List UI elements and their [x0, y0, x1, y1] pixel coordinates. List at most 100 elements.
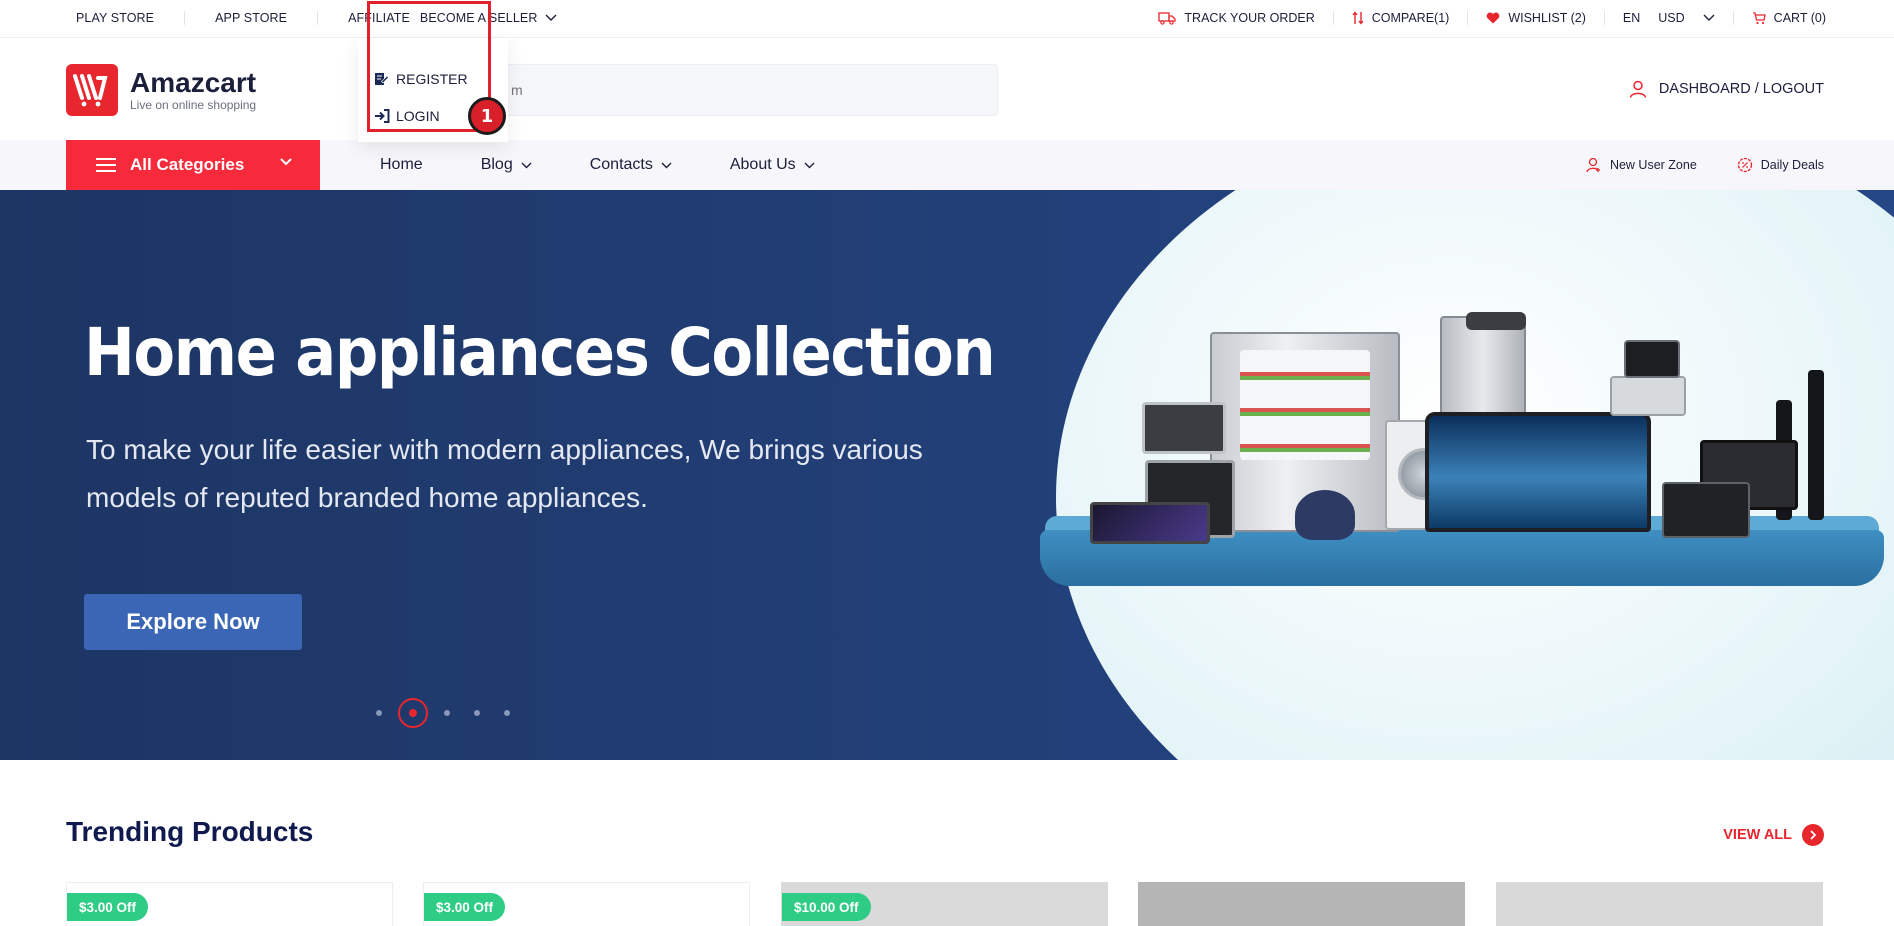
all-categories-button[interactable]: All Categories: [66, 140, 320, 190]
dashboard-logout-link[interactable]: DASHBOARD / LOGOUT: [1629, 80, 1824, 98]
nav-item-label: About Us: [729, 156, 796, 173]
trending-products-title: Trending Products: [66, 816, 314, 847]
sign-in-icon: [375, 108, 390, 123]
slider-pagination: [364, 698, 522, 728]
nav-item-label: Blog: [480, 156, 513, 173]
discount-badge: $3.00 Off: [424, 893, 506, 921]
app-store-link[interactable]: APP STORE: [205, 11, 297, 25]
view-all-link[interactable]: VIEW ALL: [1723, 824, 1824, 846]
arrow-right-icon: [1802, 824, 1824, 846]
wishlist-label: WISHLIST (2): [1508, 11, 1586, 25]
divider: [184, 11, 186, 25]
nav-right-links: New User Zone Daily Deals: [1586, 140, 1824, 190]
play-store-link[interactable]: PLAY STORE: [66, 11, 164, 25]
register-label: REGISTER: [396, 70, 468, 87]
product-card[interactable]: [1496, 882, 1823, 926]
main-navigation: All Categories Home Blog Contacts About …: [0, 140, 1894, 190]
explore-now-button[interactable]: Explore Now: [84, 594, 302, 650]
currency-selector[interactable]: USD: [1658, 11, 1715, 25]
chevron-down-icon: [545, 14, 557, 21]
become-a-seller-link[interactable]: BECOME A SELLER: [420, 11, 568, 25]
top-bar-left-links: PLAY STORE APP STORE AFFILIATE BECOME A …: [66, 0, 567, 36]
logo-text: Amazcart Live on online shopping: [130, 67, 257, 113]
active-dot-center: [409, 709, 417, 717]
hero-slider: Home appliances Collection To make your …: [0, 190, 1894, 760]
mini-tv-illustration: [1090, 502, 1210, 544]
product-card[interactable]: $3.00 Off: [66, 882, 393, 926]
cart-logo-icon: [66, 64, 118, 116]
product-cards: $3.00 Off $3.00 Off $10.00 Off: [66, 882, 1824, 926]
slider-dot[interactable]: [444, 710, 450, 716]
nav-item-label: Home: [380, 156, 423, 173]
top-bar-right-links: TRACK YOUR ORDER COMPARE(1) WISHLIST (2)…: [1158, 0, 1826, 36]
wishlist-link[interactable]: WISHLIST (2): [1486, 11, 1586, 25]
slider-dot[interactable]: [504, 710, 510, 716]
compare-arrows-icon: [1352, 11, 1364, 25]
microwave-illustration: [1142, 402, 1226, 454]
divider: [1732, 11, 1734, 25]
product-card[interactable]: [1138, 882, 1465, 926]
daily-deals-link[interactable]: Daily Deals: [1737, 157, 1824, 173]
product-card[interactable]: $3.00 Off: [423, 882, 750, 926]
nav-item-contacts[interactable]: Contacts: [590, 156, 672, 174]
track-order-link[interactable]: TRACK YOUR ORDER: [1158, 11, 1315, 25]
compare-link[interactable]: COMPARE(1): [1352, 11, 1450, 25]
track-order-label: TRACK YOUR ORDER: [1184, 11, 1315, 25]
logo-tagline: Live on online shopping: [130, 98, 257, 112]
nav-item-about-us[interactable]: About Us: [730, 156, 815, 174]
laptop-illustration: [1624, 340, 1680, 378]
cart-icon: [1752, 11, 1766, 24]
language-label: EN: [1622, 11, 1641, 25]
cart-label: CART (0): [1773, 11, 1826, 25]
new-user-zone-link[interactable]: New User Zone: [1586, 157, 1697, 173]
hero-subtitle: To make your life easier with modern app…: [86, 434, 923, 513]
curved-tv-illustration: [1425, 412, 1651, 532]
slider-dot[interactable]: [474, 710, 480, 716]
new-user-zone-label: New User Zone: [1609, 158, 1697, 172]
discount-badge: $10.00 Off: [782, 893, 871, 921]
divider: [317, 11, 319, 25]
become-a-seller-label: BECOME A SELLER: [419, 11, 538, 25]
product-card[interactable]: $10.00 Off: [781, 882, 1108, 926]
user-plus-icon: [1586, 157, 1600, 173]
dashboard-label: DASHBOARD / LOGOUT: [1658, 81, 1824, 97]
top-bar: PLAY STORE APP STORE AFFILIATE BECOME A …: [0, 0, 1894, 38]
nav-menu: Home Blog Contacts About Us: [380, 140, 873, 190]
search-input[interactable]: [493, 65, 997, 115]
register-edit-icon: [375, 72, 389, 85]
slider-dot-active[interactable]: [398, 698, 428, 728]
heart-icon: [1486, 12, 1500, 24]
fridge-interior-illustration: [1240, 350, 1370, 460]
hamburger-icon: [96, 158, 116, 172]
chevron-down-icon: [804, 162, 815, 168]
chevron-down-icon: [280, 158, 292, 166]
chevron-down-icon: [1703, 14, 1715, 21]
annotation-marker: 1: [468, 97, 506, 135]
compare-label: COMPARE(1): [1371, 11, 1450, 25]
slider-dot[interactable]: [376, 710, 382, 716]
chevron-down-icon: [521, 162, 532, 168]
notebook-illustration: [1662, 482, 1750, 538]
site-logo[interactable]: Amazcart Live on online shopping: [66, 64, 256, 116]
divider: [1603, 11, 1605, 25]
nav-item-blog[interactable]: Blog: [481, 156, 532, 174]
view-all-label: VIEW ALL: [1723, 827, 1792, 843]
currency-label: USD: [1658, 11, 1685, 25]
language-selector[interactable]: EN: [1623, 11, 1640, 25]
discount-badge: $3.00 Off: [67, 893, 149, 921]
login-label: LOGIN: [396, 107, 440, 124]
projector-illustration: [1466, 312, 1526, 330]
chevron-down-icon: [661, 162, 672, 168]
daily-deals-label: Daily Deals: [1760, 158, 1824, 172]
affiliate-link[interactable]: AFFILIATE: [338, 11, 420, 25]
deal-badge-icon: [1737, 157, 1752, 173]
nav-item-home[interactable]: Home: [380, 156, 423, 174]
vacuum-illustration: [1295, 490, 1355, 540]
speaker-illustration: [1808, 370, 1824, 520]
search-bar[interactable]: [492, 64, 998, 116]
logo-name: Amazcart: [130, 67, 257, 98]
cart-link[interactable]: CART (0): [1752, 11, 1826, 25]
divider: [1332, 11, 1334, 25]
user-icon: [1629, 80, 1647, 98]
register-menu-item[interactable]: REGISTER: [358, 60, 508, 97]
